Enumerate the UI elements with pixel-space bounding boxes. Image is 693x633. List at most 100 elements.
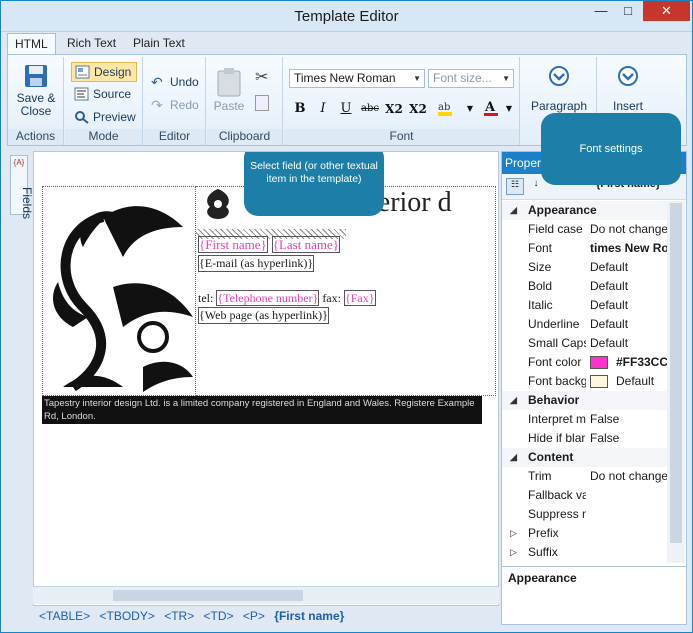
undo-button[interactable]: ↶ Undo <box>148 73 204 93</box>
design-canvas[interactable]: nterior d {First name} {Last name} {E-mai… <box>33 151 499 606</box>
property-row[interactable]: Underline Default <box>502 315 667 334</box>
telephone-field[interactable]: {Telephone number} <box>216 290 320 306</box>
property-value[interactable]: Default <box>590 258 667 277</box>
property-row[interactable]: Bold Default <box>502 277 667 296</box>
subscript-button[interactable]: X2 <box>384 99 404 119</box>
italic-button[interactable]: I <box>313 99 333 119</box>
property-row[interactable]: Fallback va <box>502 486 667 505</box>
fields-tab[interactable]: {A} Fields <box>10 155 34 219</box>
tab-rich-text[interactable]: Rich Text <box>60 33 123 55</box>
property-row[interactable]: Hide if blar False <box>502 429 667 448</box>
expand-icon[interactable]: ▷ <box>510 543 517 562</box>
property-row[interactable]: Size Default <box>502 258 667 277</box>
property-row[interactable]: Font color #FF33CC <box>502 353 667 372</box>
property-value[interactable]: #FF33CC <box>616 353 667 372</box>
property-row[interactable]: Suppress n <box>502 505 667 524</box>
property-value[interactable]: False <box>590 410 667 429</box>
property-value[interactable]: Do not change <box>590 467 667 486</box>
last-name-field[interactable]: {Last name} <box>271 236 340 253</box>
scroll-thumb[interactable] <box>670 203 682 543</box>
property-category[interactable]: ◢ Content <box>502 448 667 467</box>
dropdown-circle-icon <box>549 66 569 86</box>
maximize-button[interactable]: □ <box>615 1 641 21</box>
font-family-select[interactable]: Times New Roman ▼ <box>289 69 425 88</box>
redo-button[interactable]: ↷ Redo <box>148 96 204 116</box>
tag-table[interactable]: <TABLE> <box>39 609 90 623</box>
property-description: Appearance <box>502 566 686 624</box>
undo-label: Undo <box>170 75 199 89</box>
tab-plain-text[interactable]: Plain Text <box>126 33 192 55</box>
property-name: Font <box>528 241 553 255</box>
tag-first-name[interactable]: {First name} <box>274 609 344 623</box>
property-row[interactable]: ▷ Prefix <box>502 524 667 543</box>
property-row[interactable]: Trim Do not change <box>502 467 667 486</box>
underline-button[interactable]: U <box>336 99 356 119</box>
property-value[interactable]: Default <box>590 334 667 353</box>
source-button[interactable]: Source <box>71 85 137 105</box>
fax-field[interactable]: {Fax} <box>343 290 376 306</box>
expand-icon[interactable]: ▷ <box>510 524 517 543</box>
property-name: Fallback va <box>528 488 586 502</box>
insert-button[interactable]: Insert <box>602 65 654 113</box>
collapse-icon[interactable]: ◢ <box>510 391 517 410</box>
property-name: Font backg <box>528 374 586 388</box>
color-swatch[interactable] <box>590 375 608 388</box>
property-category[interactable]: ◢ Behavior <box>502 391 667 410</box>
preview-button[interactable]: Preview <box>71 108 137 128</box>
design-button[interactable]: Design <box>71 62 137 82</box>
property-grid[interactable]: ◢ Appearance Field case Do not change Font ti… <box>502 201 667 563</box>
strikethrough-button[interactable]: abc <box>360 99 380 119</box>
close-button[interactable]: ✕ <box>643 1 690 21</box>
paste-button[interactable]: Paste <box>211 67 247 113</box>
font-color-button[interactable]: A <box>480 99 502 119</box>
property-value[interactable]: Default <box>590 315 667 334</box>
tag-p[interactable]: <P> <box>243 609 265 623</box>
superscript-button[interactable]: X2 <box>408 99 428 119</box>
property-name: Suppress n <box>528 507 586 521</box>
highlighter-icon: ab <box>438 102 452 116</box>
property-value[interactable]: Default <box>590 277 667 296</box>
font-size-select[interactable]: Font size... ▼ <box>428 69 514 88</box>
scroll-thumb[interactable] <box>113 590 303 601</box>
property-value[interactable]: False <box>590 429 667 448</box>
tag-tr[interactable]: <TR> <box>164 609 194 623</box>
property-row[interactable]: ▷ Suffix <box>502 543 667 562</box>
color-swatch[interactable] <box>590 356 608 369</box>
chevron-down-icon[interactable]: ▼ <box>462 99 478 119</box>
property-value[interactable]: Default <box>590 296 667 315</box>
tab-html[interactable]: HTML <box>7 33 56 55</box>
tag-td[interactable]: <TD> <box>204 609 234 623</box>
source-label: Source <box>93 87 132 101</box>
property-name: Prefix <box>528 526 559 540</box>
horizontal-scrollbar[interactable] <box>33 586 499 604</box>
web-page-field[interactable]: {Web page (as hyperlink)} <box>198 307 329 324</box>
property-value[interactable]: times New Ro <box>590 239 667 258</box>
property-value[interactable]: Do not change <box>590 220 667 239</box>
properties-scrollbar[interactable] <box>667 201 685 563</box>
property-category[interactable]: ◢ Appearance <box>502 201 667 220</box>
property-row[interactable]: Small Caps Default <box>502 334 667 353</box>
tag-tbody[interactable]: <TBODY> <box>99 609 154 623</box>
paragraph-button[interactable]: Paragraph <box>525 65 593 113</box>
property-row[interactable]: Field case Do not change <box>502 220 667 239</box>
property-row[interactable]: Font backg Default <box>502 372 667 391</box>
collapse-icon[interactable]: ◢ <box>510 448 517 467</box>
property-value[interactable]: Default <box>616 372 667 391</box>
property-row[interactable]: Font times New Ro <box>502 239 667 258</box>
cut-icon[interactable]: ✂ <box>255 67 268 87</box>
first-name-field[interactable]: {First name} <box>198 236 268 253</box>
bold-button[interactable]: B <box>290 99 310 119</box>
collapse-icon[interactable]: ◢ <box>510 201 517 220</box>
save-close-button[interactable]: Save & Close <box>12 63 60 118</box>
callout-select-field: Select field (or other textual item in t… <box>244 152 384 216</box>
highlight-color-button[interactable]: ab <box>434 99 458 119</box>
property-row[interactable]: Italic Default <box>502 296 667 315</box>
sort-alpha-icon[interactable]: ↓ <box>528 178 544 195</box>
ornament-image-cell <box>42 186 196 396</box>
minimize-button[interactable]: — <box>588 1 614 21</box>
categorized-icon[interactable]: ☷ <box>506 178 524 195</box>
email-field[interactable]: {E-mail (as hyperlink)} <box>198 255 315 272</box>
property-row[interactable]: Interpret m False <box>502 410 667 429</box>
chevron-down-icon[interactable]: ▼ <box>502 99 516 119</box>
copy-icon[interactable] <box>255 95 269 111</box>
